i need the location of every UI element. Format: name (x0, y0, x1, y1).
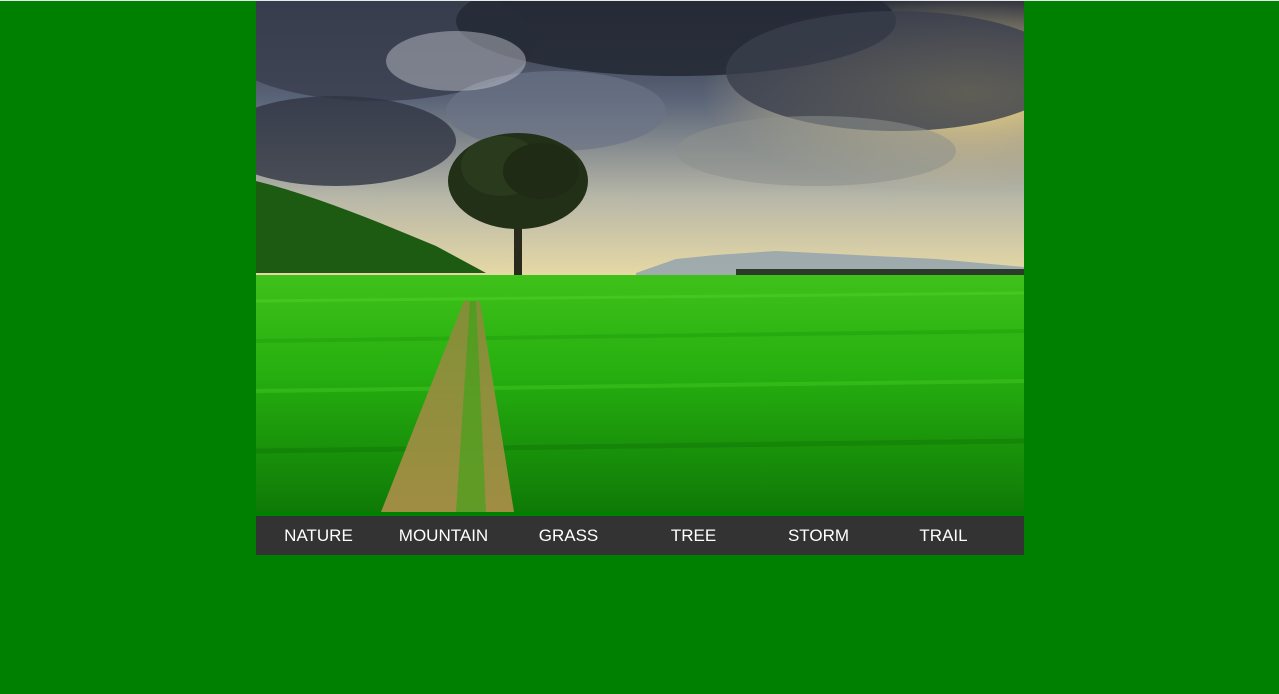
category-nav: NATURE MOUNTAIN GRASS TREE STORM TRAIL (256, 516, 1024, 555)
nav-item-storm[interactable]: STORM (756, 516, 881, 555)
nav-item-tree[interactable]: TREE (631, 516, 756, 555)
nav-item-trail[interactable]: TRAIL (881, 516, 1006, 555)
nav-item-nature[interactable]: NATURE (256, 516, 381, 555)
nav-item-mountain[interactable]: MOUNTAIN (381, 516, 506, 555)
gallery-container: NATURE MOUNTAIN GRASS TREE STORM TRAIL (256, 1, 1024, 555)
landscape-photo (256, 1, 1024, 512)
nav-item-grass[interactable]: GRASS (506, 516, 631, 555)
